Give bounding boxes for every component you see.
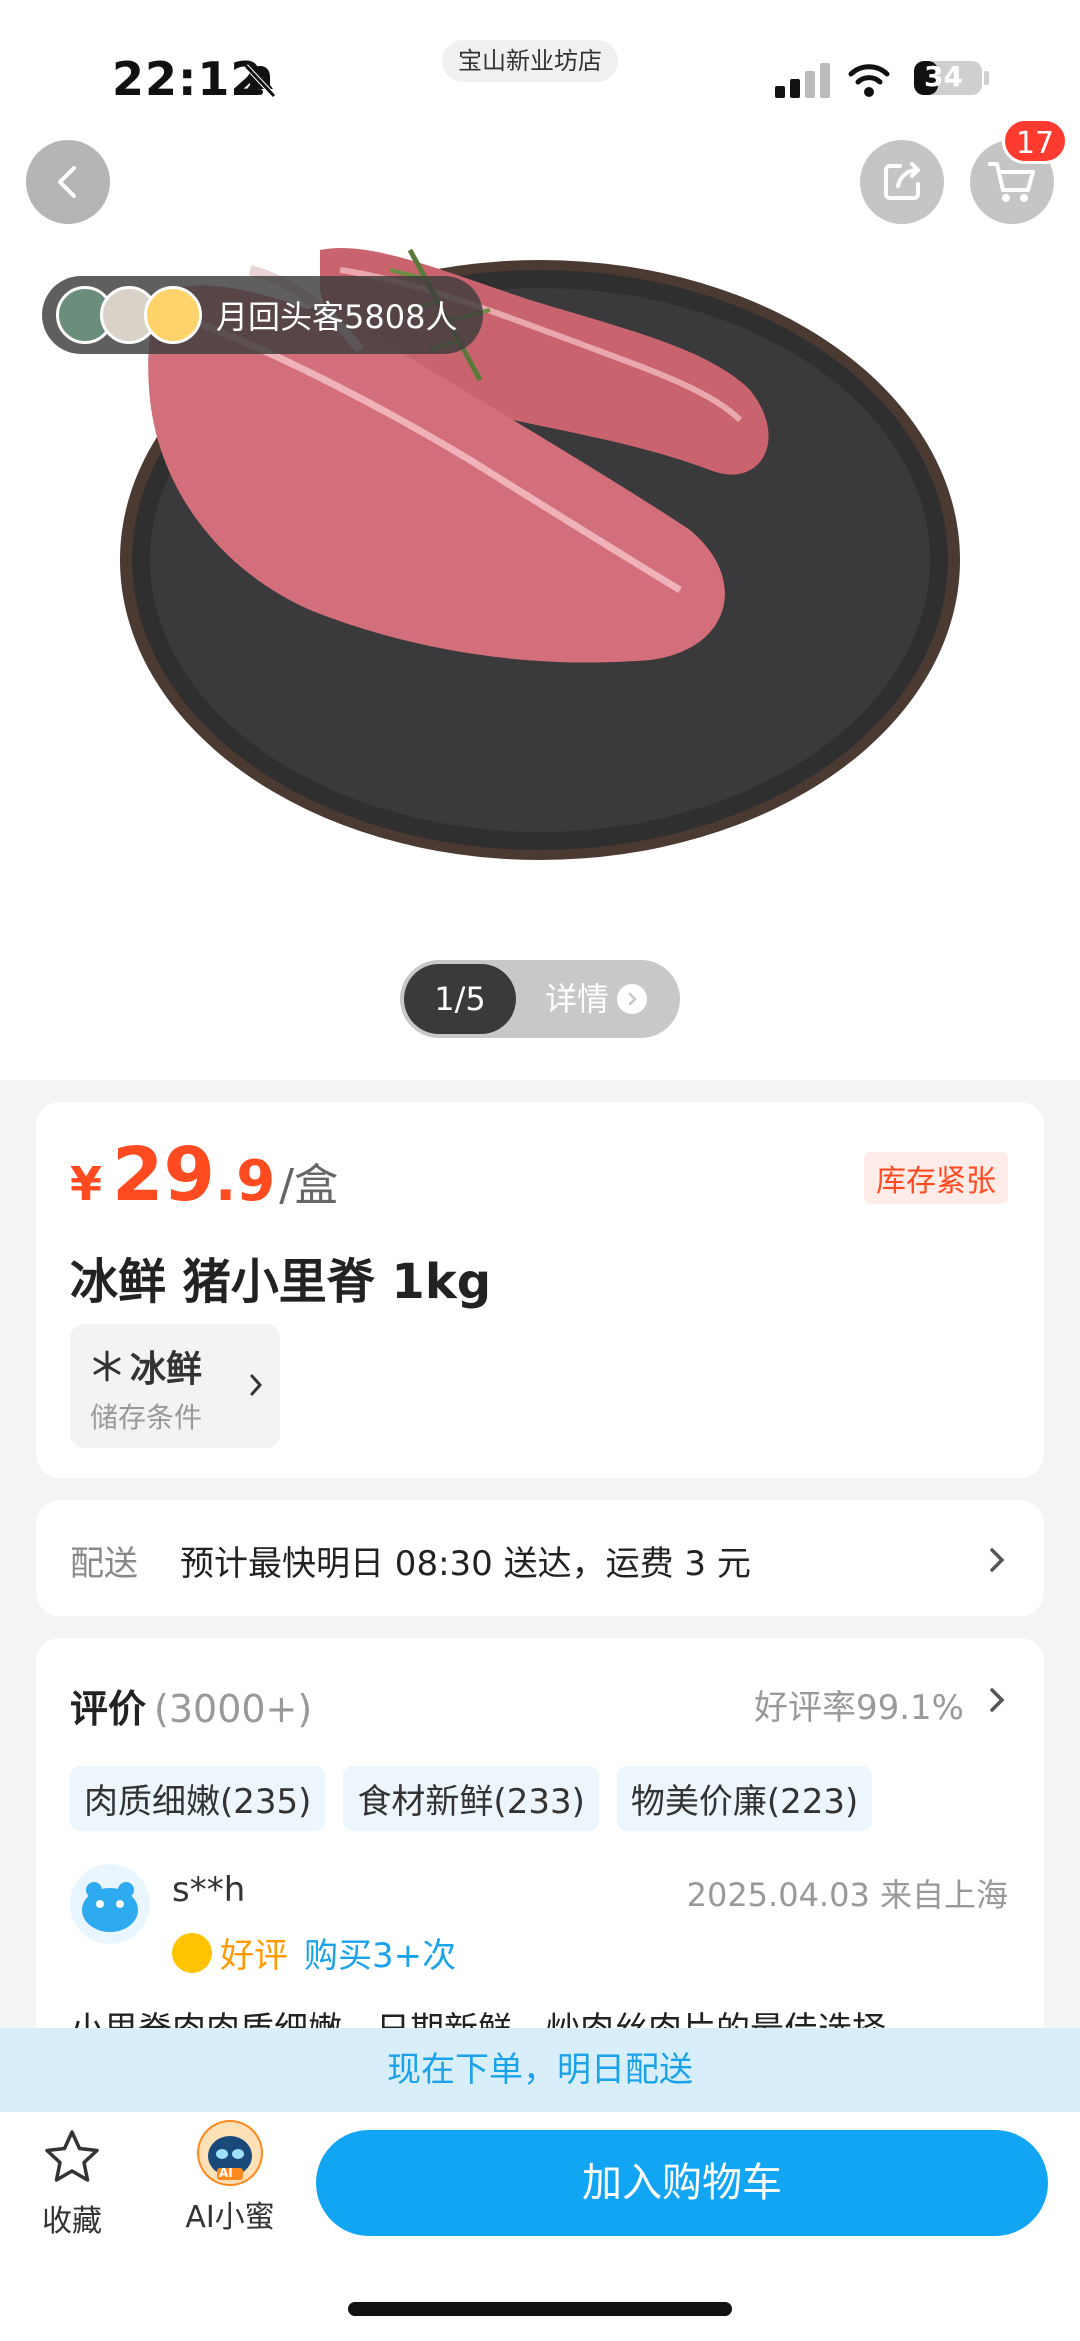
pager-detail-link[interactable]: 详情 [516, 964, 676, 1034]
customer-avatars [56, 286, 202, 344]
wifi-icon [848, 64, 890, 97]
snowflake-icon [93, 1350, 121, 1382]
chevron-right-icon[interactable] [986, 1684, 1008, 1716]
star-icon [45, 2130, 99, 2182]
price-unit: /盒 [279, 1160, 339, 1211]
store-name[interactable]: 宝山新业坊店 [442, 40, 618, 82]
chevron-right-icon [617, 984, 647, 1014]
ai-badge-text: AI [219, 2166, 233, 2180]
reviews-heading: 评价 (3000+) [70, 1678, 312, 1733]
pager-detail-label: 详情 [544, 980, 609, 1018]
review-date: 2025.04.03 来自上海 [686, 1876, 1008, 1914]
delivery-promo-banner: 现在下单，明日配送 [0, 2028, 1080, 2112]
battery-indicator: 34 [912, 58, 992, 98]
avatar [144, 286, 202, 344]
returning-customers-pill[interactable]: 月回头客5808人 [42, 276, 484, 354]
review-tags: 肉质细嫩(235) 食材新鲜(233) 物美价廉(223) [70, 1766, 873, 1831]
storage-condition[interactable]: 冰鲜 储存条件 [70, 1324, 280, 1448]
pager-index: 1/5 [404, 964, 516, 1034]
chevron-right-icon [250, 1374, 263, 1396]
price-currency: ¥ [70, 1157, 103, 1211]
delivery-text: 预计最快明日 08:30 送达，运费 3 元 [180, 1544, 751, 1584]
product-title: 冰鲜 猪小里脊 1kg [70, 1254, 492, 1310]
bottom-action-bar: 收藏 AI AI小蜜 加入购物车 [0, 2112, 1080, 2341]
home-indicator [348, 2302, 732, 2316]
reviews-card[interactable]: 评价 (3000+) 好评率99.1% 肉质细嫩(235) 食材新鲜(233) 物… [36, 1638, 1044, 2058]
returning-customers-text: 月回头客5808人 [216, 298, 458, 336]
image-pager[interactable]: 1/5 详情 [400, 960, 680, 1038]
price: ¥ 29 .9 /盒 [70, 1132, 338, 1218]
reviewer-name: s**h [172, 1870, 246, 1910]
battery-level: 34 [924, 60, 963, 93]
product-info-card: ¥ 29 .9 /盒 库存紧张 冰鲜 猪小里脊 1kg 冰鲜 储存条件 [36, 1102, 1044, 1478]
ai-assistant-avatar: AI [197, 2120, 263, 2186]
stock-status-badge: 库存紧张 [864, 1152, 1008, 1204]
positive-rate: 好评率99.1% [753, 1688, 964, 1728]
repeat-purchase-badge: 购买3+次 [304, 1936, 457, 1976]
good-review-badge: 好评 [172, 1928, 288, 1977]
chevron-left-icon [58, 166, 76, 198]
reviews-count: (3000+) [154, 1687, 313, 1731]
storage-label: 储存条件 [90, 1401, 203, 1434]
review-tag[interactable]: 食材新鲜(233) [343, 1766, 599, 1831]
back-button[interactable] [26, 140, 110, 224]
ai-assistant-label: AI小蜜 [185, 2200, 275, 2235]
favorite-label: 收藏 [42, 2204, 102, 2239]
cart-count-badge: 17 [1002, 118, 1068, 164]
delivery-label: 配送 [70, 1544, 138, 1584]
good-review-label: 好评 [220, 1936, 288, 1976]
add-to-cart-button[interactable]: 加入购物车 [316, 2130, 1048, 2236]
review-tag[interactable]: 物美价廉(223) [616, 1766, 873, 1831]
review-badges: 好评 购买3+次 [172, 1928, 456, 1977]
storage-value: 冰鲜 [130, 1349, 203, 1390]
ai-assistant-button[interactable]: AI AI小蜜 [180, 2120, 280, 2236]
smile-emoji-icon [172, 1932, 212, 1973]
share-button[interactable] [860, 140, 944, 224]
chevron-right-icon [990, 1548, 1005, 1572]
delivery-card[interactable]: 配送 预计最快明日 08:30 送达，运费 3 元 [36, 1500, 1044, 1616]
product-hero: 22:12 宝山新业坊店 34 17 月回头客5808人 1/5 详情 [0, 0, 1080, 1080]
favorite-button[interactable]: 收藏 [36, 2128, 108, 2240]
review-tag[interactable]: 肉质细嫩(235) [70, 1766, 326, 1831]
status-bar: 22:12 宝山新业坊店 34 [0, 0, 1080, 130]
cellular-signal-icon [775, 63, 830, 98]
bell-muted-icon [244, 64, 276, 98]
reviews-title: 评价 [70, 1687, 147, 1731]
price-integer: 29 [112, 1132, 215, 1218]
hippo-avatar-icon [82, 1882, 138, 1932]
reviewer-avatar [70, 1864, 150, 1944]
share-icon [884, 162, 920, 200]
price-decimal: .9 [215, 1149, 276, 1214]
